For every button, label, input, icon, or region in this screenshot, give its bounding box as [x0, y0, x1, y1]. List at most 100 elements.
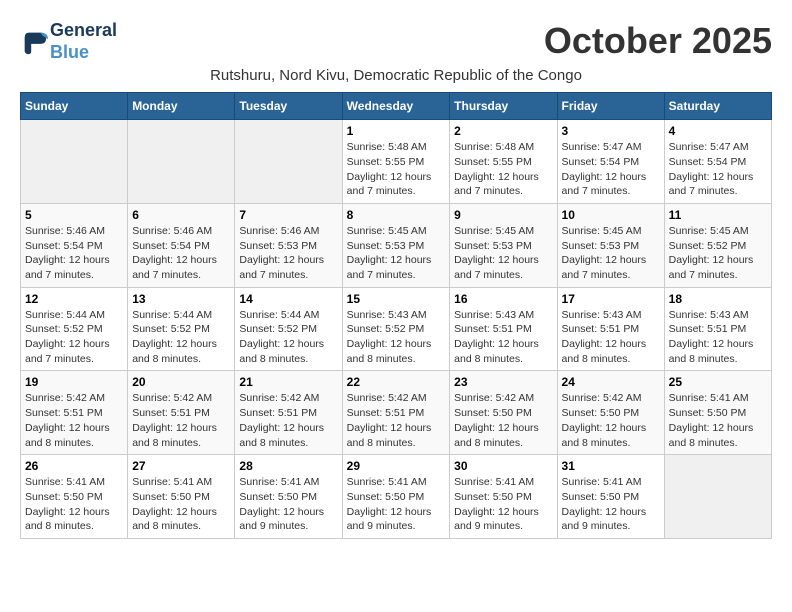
calendar-cell: 22Sunrise: 5:42 AM Sunset: 5:51 PM Dayli…: [342, 371, 450, 455]
day-number: 9: [454, 208, 552, 222]
calendar-subtitle: Rutshuru, Nord Kivu, Democratic Republic…: [20, 67, 772, 84]
day-info: Sunrise: 5:42 AM Sunset: 5:51 PM Dayligh…: [25, 391, 123, 450]
calendar-table: SundayMondayTuesdayWednesdayThursdayFrid…: [20, 92, 772, 539]
day-info: Sunrise: 5:41 AM Sunset: 5:50 PM Dayligh…: [25, 475, 123, 534]
day-number: 10: [562, 208, 660, 222]
day-info: Sunrise: 5:41 AM Sunset: 5:50 PM Dayligh…: [132, 475, 230, 534]
day-info: Sunrise: 5:48 AM Sunset: 5:55 PM Dayligh…: [347, 140, 446, 199]
logo: General Blue: [20, 20, 117, 63]
day-number: 5: [25, 208, 123, 222]
day-info: Sunrise: 5:44 AM Sunset: 5:52 PM Dayligh…: [132, 308, 230, 367]
calendar-cell: 23Sunrise: 5:42 AM Sunset: 5:50 PM Dayli…: [450, 371, 557, 455]
day-number: 25: [669, 375, 767, 389]
logo-text: General Blue: [50, 20, 117, 63]
calendar-cell: 24Sunrise: 5:42 AM Sunset: 5:50 PM Dayli…: [557, 371, 664, 455]
header-saturday: Saturday: [664, 93, 771, 120]
day-number: 18: [669, 292, 767, 306]
calendar-week-4: 19Sunrise: 5:42 AM Sunset: 5:51 PM Dayli…: [21, 371, 772, 455]
day-info: Sunrise: 5:47 AM Sunset: 5:54 PM Dayligh…: [669, 140, 767, 199]
day-number: 11: [669, 208, 767, 222]
calendar-cell: 21 Sunrise: 5:42 AM Sunset: 5:51 PM Dayli…: [235, 371, 342, 455]
day-info: Sunrise: 5:44 AM Sunset: 5:52 PM Dayligh…: [239, 308, 337, 367]
calendar-cell: 5 Sunrise: 5:46 AM Sunset: 5:54 PM Daylig…: [21, 203, 128, 287]
calendar-cell: 10Sunrise: 5:45 AM Sunset: 5:53 PM Dayli…: [557, 203, 664, 287]
day-info: Sunrise: 5:43 AM Sunset: 5:51 PM Dayligh…: [562, 308, 660, 367]
logo-icon: [20, 28, 48, 56]
calendar-header-row: SundayMondayTuesdayWednesdayThursdayFrid…: [21, 93, 772, 120]
header-thursday: Thursday: [450, 93, 557, 120]
day-number: 29: [347, 459, 446, 473]
calendar-cell: [128, 120, 235, 204]
day-info: Sunrise: 5:46 AM Sunset: 5:53 PM Dayligh…: [239, 224, 337, 283]
day-number: 7: [239, 208, 337, 222]
header-sunday: Sunday: [21, 93, 128, 120]
calendar-cell: 7 Sunrise: 5:46 AM Sunset: 5:53 PM Daylig…: [235, 203, 342, 287]
day-info: Sunrise: 5:42 AM Sunset: 5:51 PM Dayligh…: [347, 391, 446, 450]
day-number: 6: [132, 208, 230, 222]
month-title: October 2025: [544, 20, 772, 62]
day-info: Sunrise: 5:41 AM Sunset: 5:50 PM Dayligh…: [454, 475, 552, 534]
day-info: Sunrise: 5:46 AM Sunset: 5:54 PM Dayligh…: [25, 224, 123, 283]
calendar-cell: 4Sunrise: 5:47 AM Sunset: 5:54 PM Daylig…: [664, 120, 771, 204]
day-number: 26: [25, 459, 123, 473]
day-number: 20: [132, 375, 230, 389]
calendar-week-5: 26 Sunrise: 5:41 AM Sunset: 5:50 PM Dayli…: [21, 455, 772, 539]
day-info: Sunrise: 5:45 AM Sunset: 5:52 PM Dayligh…: [669, 224, 767, 283]
day-info: Sunrise: 5:47 AM Sunset: 5:54 PM Dayligh…: [562, 140, 660, 199]
calendar-cell: 29 Sunrise: 5:41 AM Sunset: 5:50 PM Dayli…: [342, 455, 450, 539]
calendar-cell: [235, 120, 342, 204]
calendar-cell: 16 Sunrise: 5:43 AM Sunset: 5:51 PM Dayli…: [450, 287, 557, 371]
calendar-cell: 14 Sunrise: 5:44 AM Sunset: 5:52 PM Dayli…: [235, 287, 342, 371]
day-info: Sunrise: 5:43 AM Sunset: 5:51 PM Dayligh…: [454, 308, 552, 367]
day-info: Sunrise: 5:45 AM Sunset: 5:53 PM Dayligh…: [347, 224, 446, 283]
logo-line2: Blue: [50, 42, 89, 62]
calendar-cell: 11 Sunrise: 5:45 AM Sunset: 5:52 PM Dayli…: [664, 203, 771, 287]
day-info: Sunrise: 5:42 AM Sunset: 5:51 PM Dayligh…: [239, 391, 337, 450]
calendar-cell: 13 Sunrise: 5:44 AM Sunset: 5:52 PM Dayli…: [128, 287, 235, 371]
day-number: 31: [562, 459, 660, 473]
calendar-cell: 9 Sunrise: 5:45 AM Sunset: 5:53 PM Daylig…: [450, 203, 557, 287]
day-info: Sunrise: 5:42 AM Sunset: 5:50 PM Dayligh…: [562, 391, 660, 450]
calendar-cell: 26 Sunrise: 5:41 AM Sunset: 5:50 PM Dayli…: [21, 455, 128, 539]
day-info: Sunrise: 5:41 AM Sunset: 5:50 PM Dayligh…: [669, 391, 767, 450]
calendar-cell: 8Sunrise: 5:45 AM Sunset: 5:53 PM Daylig…: [342, 203, 450, 287]
calendar-cell: [21, 120, 128, 204]
day-number: 16: [454, 292, 552, 306]
day-info: Sunrise: 5:41 AM Sunset: 5:50 PM Dayligh…: [347, 475, 446, 534]
day-number: 30: [454, 459, 552, 473]
calendar-cell: 17Sunrise: 5:43 AM Sunset: 5:51 PM Dayli…: [557, 287, 664, 371]
day-info: Sunrise: 5:46 AM Sunset: 5:54 PM Dayligh…: [132, 224, 230, 283]
day-info: Sunrise: 5:41 AM Sunset: 5:50 PM Dayligh…: [562, 475, 660, 534]
day-info: Sunrise: 5:45 AM Sunset: 5:53 PM Dayligh…: [454, 224, 552, 283]
calendar-cell: 25 Sunrise: 5:41 AM Sunset: 5:50 PM Dayli…: [664, 371, 771, 455]
calendar-cell: 27 Sunrise: 5:41 AM Sunset: 5:50 PM Dayli…: [128, 455, 235, 539]
calendar-cell: 1 Sunrise: 5:48 AM Sunset: 5:55 PM Daylig…: [342, 120, 450, 204]
logo-line1: General: [50, 20, 117, 42]
calendar-week-1: 1 Sunrise: 5:48 AM Sunset: 5:55 PM Daylig…: [21, 120, 772, 204]
calendar-cell: 20 Sunrise: 5:42 AM Sunset: 5:51 PM Dayli…: [128, 371, 235, 455]
day-number: 12: [25, 292, 123, 306]
calendar-week-2: 5 Sunrise: 5:46 AM Sunset: 5:54 PM Daylig…: [21, 203, 772, 287]
page-header: General Blue October 2025: [20, 20, 772, 63]
calendar-cell: 6 Sunrise: 5:46 AM Sunset: 5:54 PM Daylig…: [128, 203, 235, 287]
calendar-week-3: 12 Sunrise: 5:44 AM Sunset: 5:52 PM Dayli…: [21, 287, 772, 371]
day-number: 27: [132, 459, 230, 473]
day-info: Sunrise: 5:43 AM Sunset: 5:51 PM Dayligh…: [669, 308, 767, 367]
header-wednesday: Wednesday: [342, 93, 450, 120]
day-info: Sunrise: 5:41 AM Sunset: 5:50 PM Dayligh…: [239, 475, 337, 534]
header-tuesday: Tuesday: [235, 93, 342, 120]
day-number: 28: [239, 459, 337, 473]
calendar-cell: 19Sunrise: 5:42 AM Sunset: 5:51 PM Dayli…: [21, 371, 128, 455]
day-number: 23: [454, 375, 552, 389]
day-number: 13: [132, 292, 230, 306]
day-number: 1: [347, 124, 446, 138]
calendar-cell: 31 Sunrise: 5:41 AM Sunset: 5:50 PM Dayli…: [557, 455, 664, 539]
day-number: 14: [239, 292, 337, 306]
header-friday: Friday: [557, 93, 664, 120]
calendar-cell: 3Sunrise: 5:47 AM Sunset: 5:54 PM Daylig…: [557, 120, 664, 204]
day-number: 21: [239, 375, 337, 389]
header-monday: Monday: [128, 93, 235, 120]
day-info: Sunrise: 5:42 AM Sunset: 5:51 PM Dayligh…: [132, 391, 230, 450]
day-info: Sunrise: 5:48 AM Sunset: 5:55 PM Dayligh…: [454, 140, 552, 199]
calendar-cell: 2Sunrise: 5:48 AM Sunset: 5:55 PM Daylig…: [450, 120, 557, 204]
